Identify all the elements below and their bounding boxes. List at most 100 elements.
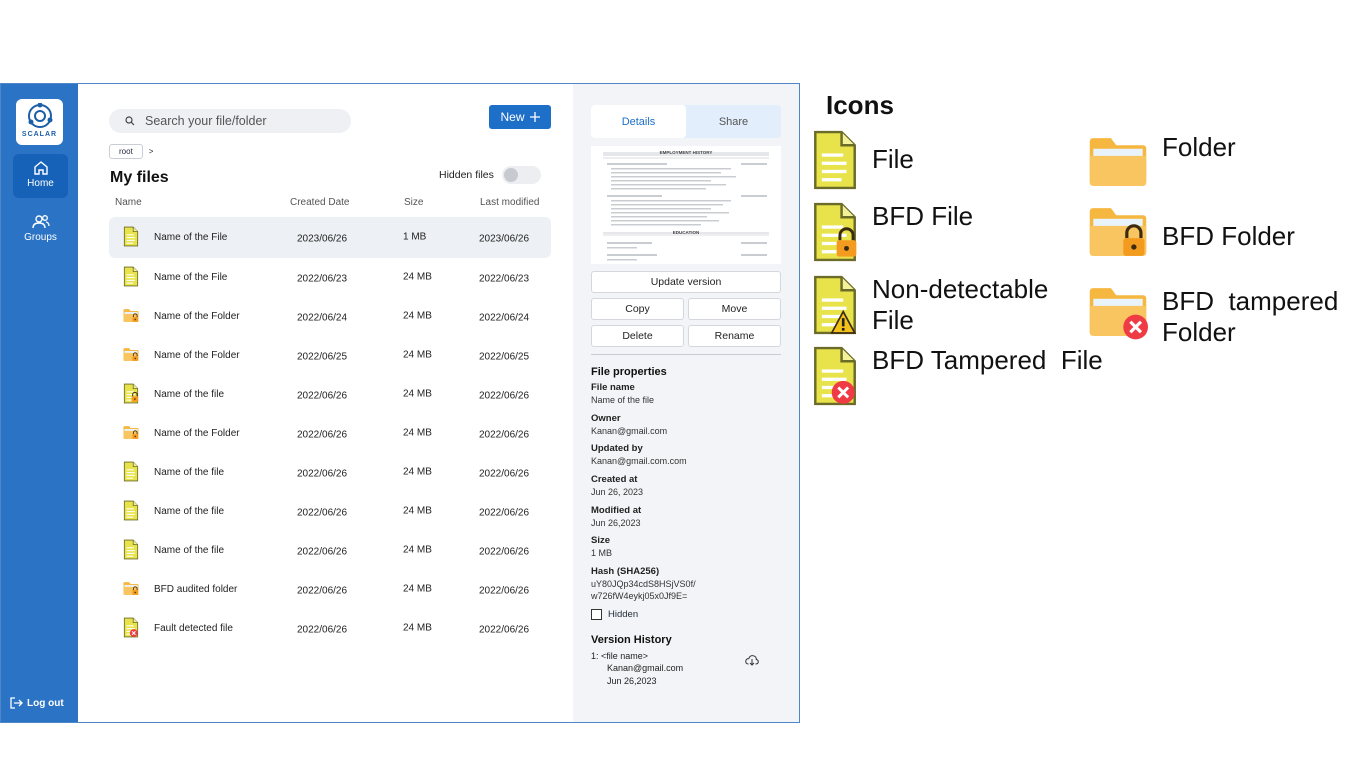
last-modified: 2022/06/23 [479,273,530,285]
sidebar-item-groups[interactable]: Groups [13,208,68,252]
tab-details[interactable]: Details [591,105,686,138]
created-date: 2022/06/23 [297,273,348,285]
file-icon [123,226,139,249]
file-size: 24 MB [403,388,432,400]
property-item: Size 1 MB [591,535,781,560]
table-row[interactable]: Name of the file 2022/06/26 24 MB 2022/06/2… [109,375,551,414]
last-modified: 2022/06/26 [479,585,530,597]
property-value: 1 MB [591,548,613,559]
file-name: Fault detected file [154,622,233,634]
toggle-switch[interactable] [501,166,541,184]
property-item: Updated by Kanan@gmail.com.com [591,443,781,468]
file-list: Name of the File 2023/06/26 1 MB 2023/06/26… [109,217,551,648]
table-row[interactable]: Name of the Folder 2022/06/24 24 MB 2022/06… [109,297,551,336]
version-date: Jun 26,2023 [607,675,657,686]
file-name: Name of the File [154,231,228,243]
file-name: BFD audited folder [154,583,238,595]
move-button[interactable]: Move [688,298,781,320]
last-modified: 2022/06/25 [479,351,530,363]
created-date: 2022/06/25 [297,351,348,363]
table-row[interactable]: Name of the Folder 2022/06/26 24 MB 2022/06… [109,414,551,453]
table-row[interactable]: Fault detected file 2022/06/26 24 MB 2022/0… [109,609,551,648]
hidden-checkbox-label: Hidden [608,608,639,620]
created-date: 2022/06/26 [297,507,348,519]
details-tabs: Details Share [591,105,781,138]
rename-button[interactable]: Rename [688,325,781,347]
file-name: Name of the Folder [154,349,240,361]
file-size: 24 MB [403,622,432,634]
last-modified: 2022/06/26 [479,507,530,519]
file-icon [814,130,856,190]
property-item: Created at Jun 26, 2023 [591,474,781,499]
file-icon [123,500,139,523]
file-size: 24 MB [403,349,432,361]
column-header-name[interactable]: Name [115,197,142,208]
legend-label: BFD tampered Folder [1162,286,1346,348]
tab-share[interactable]: Share [686,105,781,138]
last-modified: 2022/06/24 [479,312,530,324]
copy-button[interactable]: Copy [591,298,684,320]
bfd-tampered-folder-icon [1089,288,1148,341]
sidebar-item-label: Home [27,178,54,189]
breadcrumb: root > [109,144,153,159]
column-header-size[interactable]: Size [404,197,423,208]
bfd-folder-icon [123,580,139,599]
table-row[interactable]: BFD audited folder 2022/06/26 24 MB 2022/06… [109,570,551,609]
breadcrumb-root[interactable]: root [109,144,143,159]
update-version-button[interactable]: Update version [591,271,781,293]
created-date: 2022/06/26 [297,546,348,558]
logout-icon [10,697,23,709]
file-name: Name of the file [154,466,225,478]
file-name: Name of the file [154,505,225,517]
checkbox-box[interactable] [591,608,602,620]
file-name: Name of the Folder [154,427,240,439]
file-size: 24 MB [403,505,432,517]
bfd-folder-icon [123,307,139,326]
search-icon [125,116,135,126]
property-value: uY80JQp34cdS8HSjVS0f/ w726fW4eykj05x0Jf9… [591,579,696,601]
preview-heading-employment: EMPLOYMENT HISTORY [659,150,713,155]
table-row[interactable]: Name of the File 2022/06/23 24 MB 2022/06/2… [109,258,551,297]
property-item: File name Name of the file [591,382,781,407]
sidebar-item-label: Groups [24,232,57,243]
file-name: Name of the file [154,544,225,556]
property-key: File name [591,382,635,393]
file-browser: Search your file/folder New root > My fi… [78,84,573,722]
bfd-folder-icon [123,424,139,443]
file-size: 24 MB [403,427,432,439]
property-key: Updated by [591,443,643,455]
logout-button[interactable]: Log out [9,696,64,710]
property-key: Modified at [591,504,642,516]
column-header-created[interactable]: Created Date [290,197,349,208]
cloud-download-icon[interactable] [745,654,759,666]
toggle-knob [503,168,518,182]
table-row[interactable]: Name of the file 2022/06/26 24 MB 2022/06/2… [109,531,551,570]
home-icon [33,161,48,175]
sidebar-item-home[interactable]: Home [13,154,68,198]
hidden-files-toggle[interactable]: Hidden files [439,166,541,184]
bfd-folder-icon [123,346,139,365]
legend-label: Non-detectable File [872,274,1049,336]
app-logo[interactable]: SCALAR [16,99,63,145]
bfd-tampered-file-icon [123,617,139,640]
file-name: Name of the Folder [154,310,240,322]
sidebar: SCALAR Home Groups Log out [1,84,78,722]
logout-label: Log out [27,697,64,709]
search-input[interactable]: Search your file/folder [109,109,351,133]
delete-button[interactable]: Delete [591,325,684,347]
table-row[interactable]: Name of the file 2022/06/26 24 MB 2022/06/2… [109,453,551,492]
table-row[interactable]: Name of the file 2022/06/26 24 MB 2022/06/2… [109,492,551,531]
table-row[interactable]: Name of the File 2023/06/26 1 MB 2023/06/26 [109,217,551,258]
column-header-modified[interactable]: Last modified [480,197,539,208]
icon-legend: Icons File BFD File Non-detectable File … [810,88,1360,428]
new-button[interactable]: New [489,105,551,129]
groups-icon [31,215,50,229]
file-icon [123,266,139,289]
property-key: Size [591,535,611,547]
property-value: Jun 26,2023 [591,517,641,528]
hidden-checkbox[interactable]: Hidden [591,608,781,620]
last-modified: 2022/06/26 [479,624,530,636]
table-row[interactable]: Name of the Folder 2022/06/25 24 MB 2022/06… [109,336,551,375]
property-list: File name Name of the file Owner Kanan@gmai… [591,382,781,603]
created-date: 2022/06/26 [297,624,348,636]
